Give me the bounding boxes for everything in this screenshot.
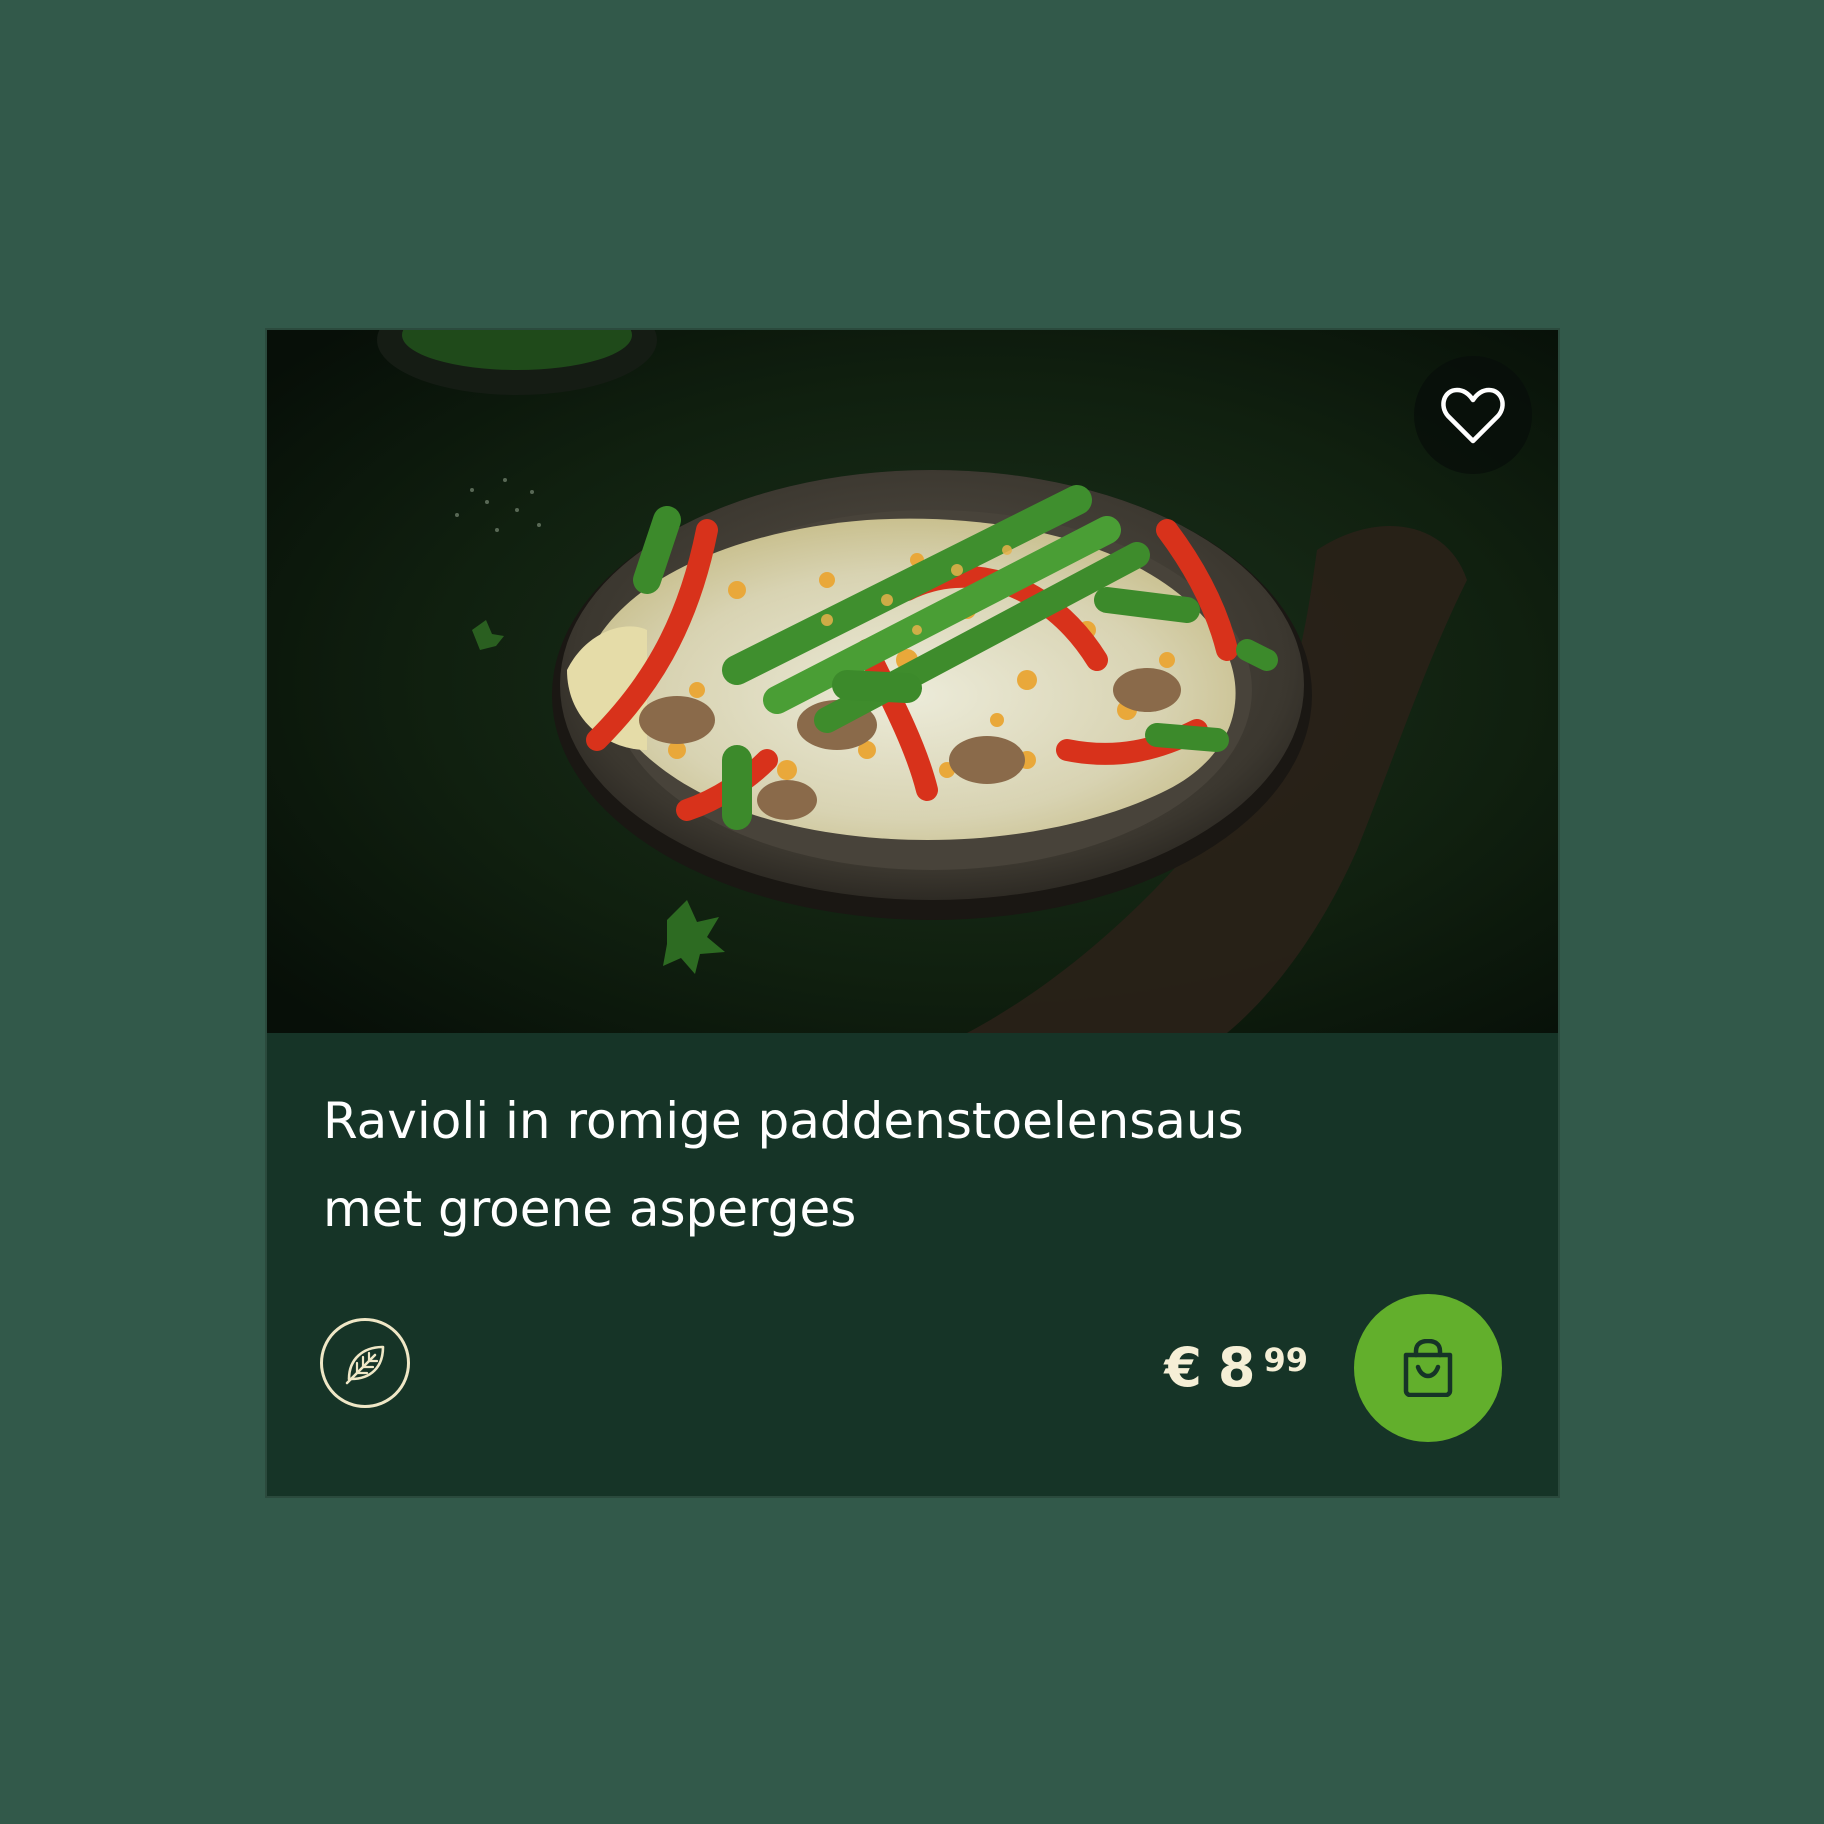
favorite-button[interactable]	[1414, 356, 1532, 474]
shopping-bag-icon	[1403, 1339, 1453, 1397]
price-euros: 8	[1217, 1336, 1256, 1399]
price-currency: €	[1164, 1336, 1202, 1399]
dish-illustration	[267, 330, 1558, 1033]
product-card[interactable]: Ravioli in romige paddenstoelensaus met …	[265, 328, 1560, 1498]
product-title-line-2: met groene asperges	[323, 1180, 857, 1238]
vegetarian-badge	[320, 1318, 410, 1408]
product-title: Ravioli in romige paddenstoelensaus met …	[323, 1077, 1323, 1253]
product-image	[267, 330, 1558, 1033]
price: € 8 99	[1164, 1340, 1308, 1396]
heart-icon	[1441, 387, 1505, 444]
add-to-cart-button[interactable]	[1354, 1294, 1502, 1442]
price-cents: 99	[1263, 1341, 1308, 1379]
leaf-icon	[345, 1345, 385, 1385]
product-title-line-1: Ravioli in romige paddenstoelensaus	[323, 1092, 1244, 1150]
